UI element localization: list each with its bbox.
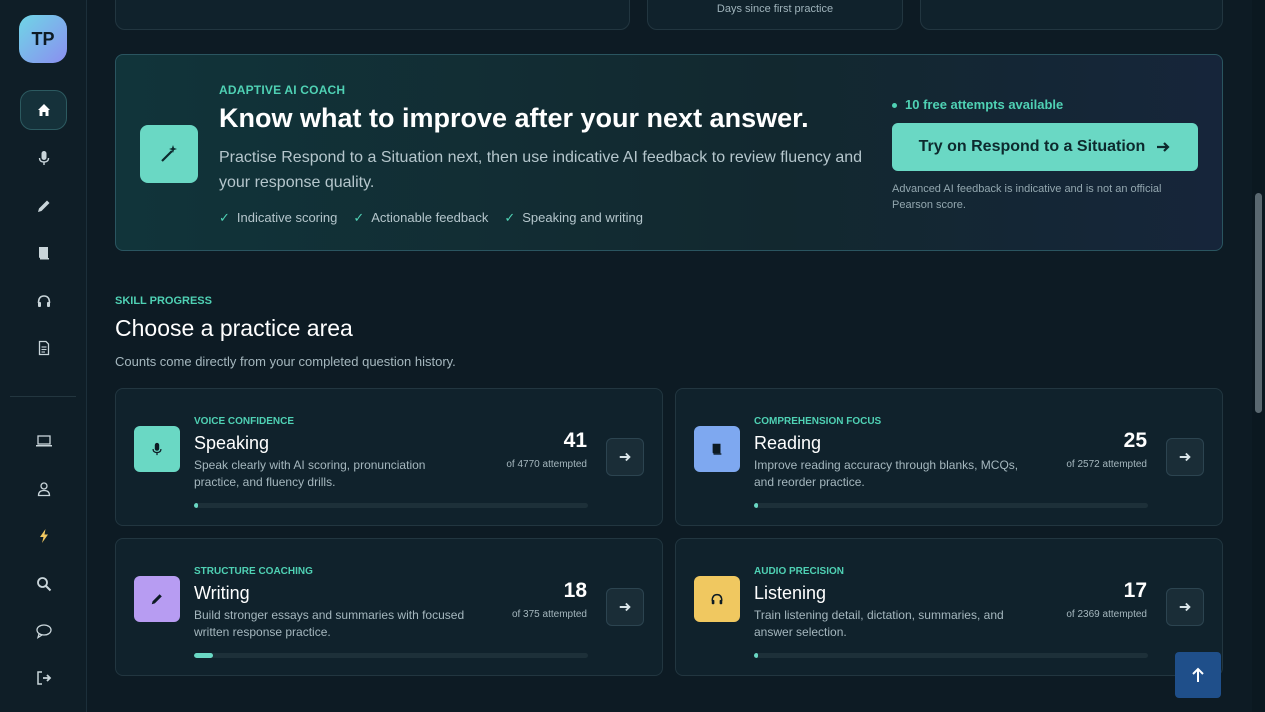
pencil-icon[interactable]	[20, 186, 67, 226]
section-subtitle: Counts come directly from your completed…	[115, 354, 456, 369]
card-progress-bar	[194, 503, 588, 508]
main-content: Days since first practice ADAPTIVE AI CO…	[87, 0, 1252, 712]
card-count: 25	[1123, 429, 1147, 452]
headphones-icon[interactable]	[20, 281, 67, 321]
card-count: 41	[563, 429, 587, 452]
search-icon[interactable]	[20, 564, 67, 604]
check-item: ✓ Indicative scoring	[219, 210, 338, 225]
open-writing-button[interactable]	[606, 588, 644, 626]
magic-wand-icon	[140, 125, 198, 183]
card-progress-fill	[194, 653, 213, 658]
book-icon[interactable]	[20, 233, 67, 273]
avatar[interactable]: TP	[19, 15, 67, 63]
laptop-icon[interactable]	[20, 421, 67, 461]
cta-label: Try on Respond to a Situation	[918, 138, 1146, 155]
scrollbar-thumb[interactable]	[1255, 193, 1262, 413]
card-title: Speaking	[194, 433, 270, 453]
top-card-extra	[920, 0, 1223, 30]
coach-checks: ✓ Indicative scoring ✓ Actionable feedback…	[219, 210, 643, 226]
card-progress-bar	[754, 653, 1148, 658]
try-respond-button[interactable]: Try on Respond to a Situation	[892, 123, 1198, 171]
card-eyebrow: COMPREHENSION FOCUS	[754, 416, 882, 427]
check-icon: ✓	[219, 210, 230, 225]
card-title: Reading	[754, 433, 822, 453]
open-speaking-button[interactable]	[606, 438, 644, 476]
card-eyebrow: AUDIO PRECISION	[754, 566, 845, 577]
feedback-disclaimer: Advanced AI feedback is indicative and i…	[892, 183, 1162, 211]
card-count: 18	[563, 579, 587, 602]
card-progress-bar	[194, 653, 588, 658]
card-progress-bar	[754, 503, 1148, 508]
arrow-right-icon	[1157, 142, 1170, 152]
arrow-right-icon	[1179, 452, 1191, 462]
arrow-right-icon	[619, 602, 631, 612]
card-attempted: of 2369 attempted	[1066, 609, 1147, 620]
sidebar: TP	[0, 0, 87, 712]
arrow-right-icon	[1179, 602, 1191, 612]
skill-card-writing[interactable]: STRUCTURE COACHING Writing Build stronger …	[115, 538, 663, 676]
check-icon: ✓	[504, 210, 516, 225]
days-caption: Days since first practice	[716, 3, 834, 15]
free-attempts: 10 free attempts available	[892, 97, 1063, 112]
user-icon[interactable]	[20, 469, 67, 509]
card-attempted: of 375 attempted	[511, 609, 587, 620]
card-progress-fill	[754, 503, 758, 508]
arrow-right-icon	[619, 452, 631, 462]
card-title: Writing	[194, 583, 250, 603]
card-description: Improve reading accuracy through blanks,…	[754, 458, 1019, 489]
check-item: ✓ Actionable feedback	[353, 210, 489, 225]
lightning-icon[interactable]	[20, 516, 67, 556]
skill-card-reading[interactable]: COMPREHENSION FOCUS Reading Improve readin…	[675, 388, 1223, 526]
check-icon: ✓	[353, 210, 365, 225]
card-progress-fill	[754, 653, 758, 658]
document-icon[interactable]	[20, 328, 67, 368]
card-description: Speak clearly with AI scoring, pronuncia…	[194, 458, 426, 489]
card-eyebrow: VOICE CONFIDENCE	[194, 416, 295, 427]
section-title: Choose a practice area	[115, 315, 353, 341]
mic-icon	[134, 426, 180, 472]
scrollbar[interactable]	[1252, 0, 1265, 712]
chat-icon[interactable]	[20, 611, 67, 651]
card-description: Train listening detail, dictation, summa…	[754, 608, 1004, 639]
check-item: ✓ Speaking and writing	[504, 210, 643, 225]
card-attempted: of 2572 attempted	[1066, 459, 1147, 470]
mic-icon[interactable]	[20, 138, 67, 178]
open-listening-button[interactable]	[1166, 588, 1204, 626]
skill-card-listening[interactable]: AUDIO PRECISION Listening Train listening …	[675, 538, 1223, 676]
card-progress-fill	[194, 503, 198, 508]
open-reading-button[interactable]	[1166, 438, 1204, 476]
logout-icon[interactable]	[20, 658, 67, 698]
card-count: 17	[1123, 579, 1147, 602]
book-icon	[694, 426, 740, 472]
ai-coach-banner: ADAPTIVE AI COACH Know what to improve a…	[115, 54, 1223, 251]
skill-card-speaking[interactable]: VOICE CONFIDENCE Speaking Speak clearly wi…	[115, 388, 663, 526]
scroll-to-top-button[interactable]	[1175, 652, 1221, 698]
coach-title: Know what to improve after your next ans…	[219, 103, 809, 133]
headphones-icon	[694, 576, 740, 622]
coach-description: Practise Respond to a Situation next, th…	[219, 149, 863, 191]
pencil-icon	[134, 576, 180, 622]
nav-divider	[10, 396, 76, 397]
card-attempted: of 4770 attempted	[506, 459, 587, 470]
coach-eyebrow: ADAPTIVE AI COACH	[219, 83, 346, 97]
section-eyebrow: SKILL PROGRESS	[115, 295, 212, 307]
card-title: Listening	[754, 583, 827, 603]
status-dot	[892, 103, 897, 109]
home-icon[interactable]	[20, 90, 67, 130]
card-description: Build stronger essays and summaries with…	[194, 608, 465, 639]
top-card-days: Days since first practice	[647, 0, 903, 30]
arrow-up-icon	[1192, 667, 1204, 682]
card-eyebrow: STRUCTURE COACHING	[194, 566, 313, 577]
top-card-streak	[115, 0, 630, 30]
